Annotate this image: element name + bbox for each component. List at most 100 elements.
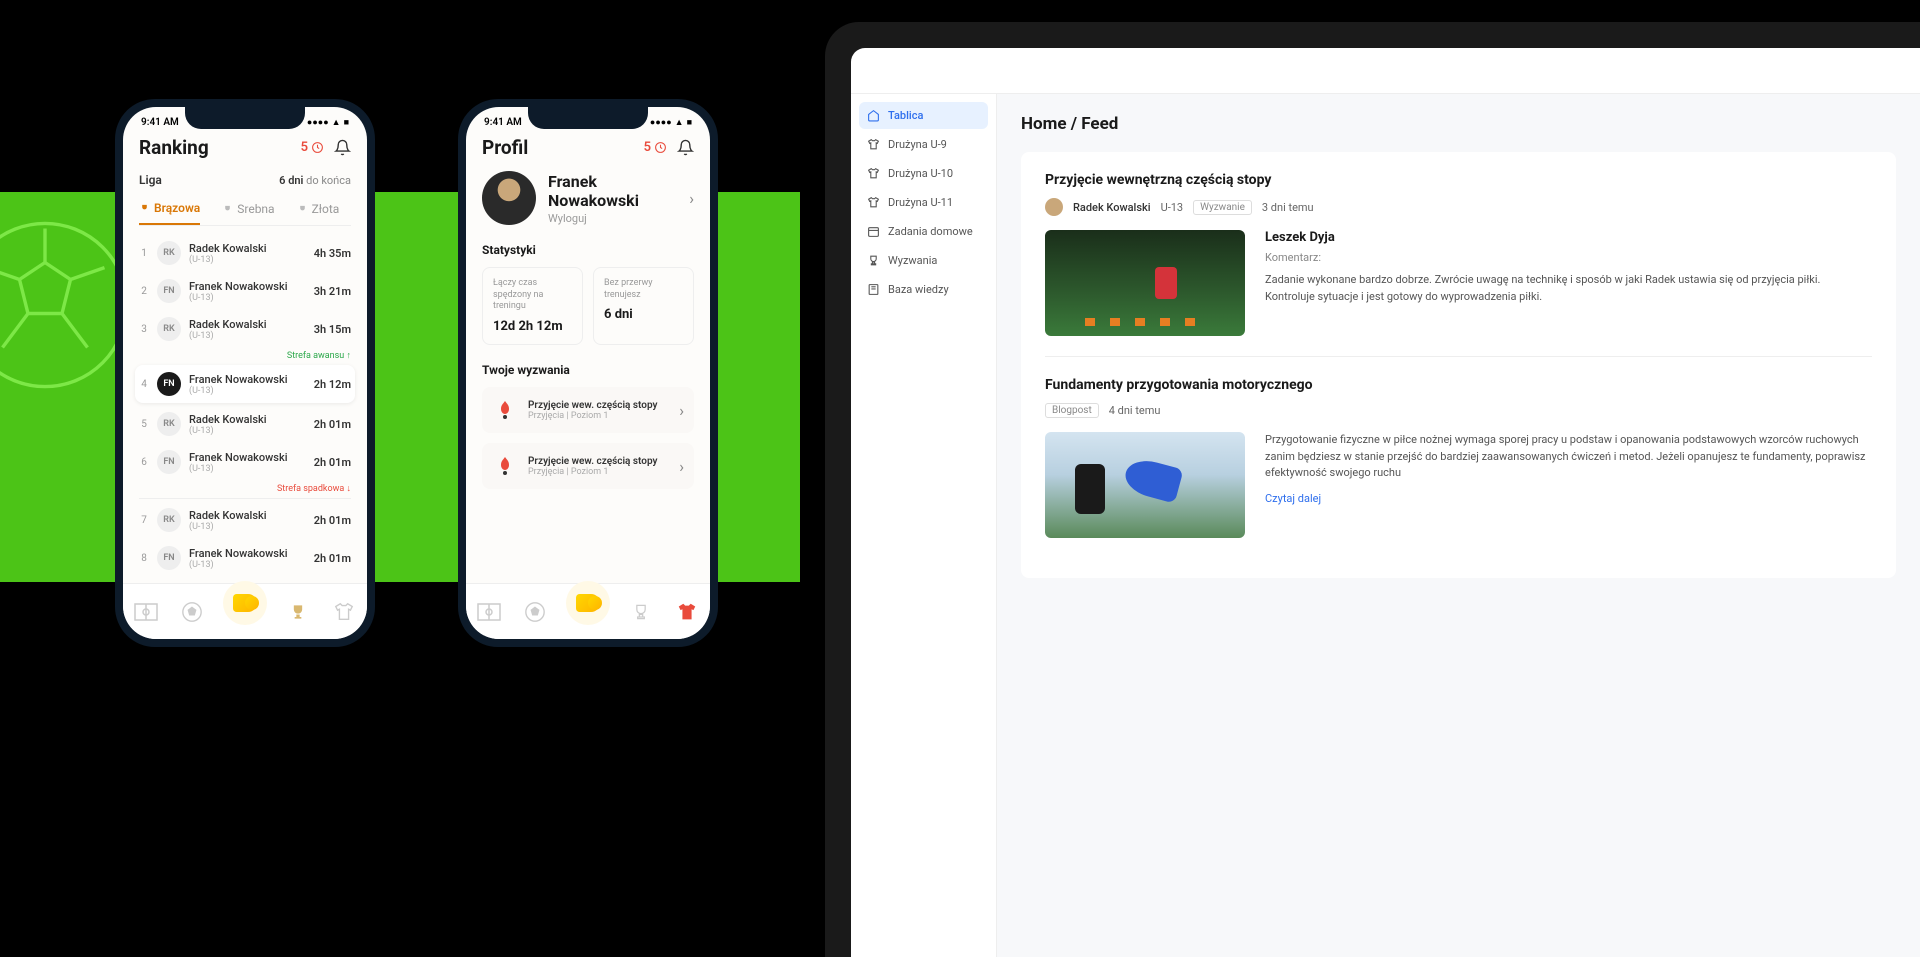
status-time: 9:41 AM <box>484 117 522 128</box>
post-title: Fundamenty przygotowania motorycznego <box>1045 377 1872 393</box>
rank-player-name: Radek Kowalski <box>189 242 306 255</box>
flame-icon <box>654 141 667 154</box>
rank-position: 8 <box>139 553 149 564</box>
tab-bronze[interactable]: Brązowa <box>139 201 200 225</box>
shirt-icon <box>867 167 880 180</box>
ranking-row[interactable]: 4 FN Franek Nowakowski (U-13) 2h 12m <box>135 365 355 403</box>
tablet-sidebar: Tablica Drużyna U-9 Drużyna U-10 Drużyna U-… <box>851 94 997 957</box>
tab-silver[interactable]: Srebna <box>222 201 274 225</box>
nav-ball[interactable] <box>177 597 207 627</box>
sidebar-item-wyzwania[interactable]: Wyzwania <box>859 247 988 274</box>
feed-card: Przyjęcie wewnętrzną częścią stopy Radek… <box>1021 152 1896 578</box>
phone-ranking: 9:41 AM ●●●●▲■ Ranking 5 Liga 6 dni do k… <box>115 99 375 647</box>
ranking-row[interactable]: 7 RK Radek Kowalski (U-13) 2h 01m <box>139 501 351 539</box>
feed-post: Fundamenty przygotowania motorycznego Bl… <box>1045 356 1872 558</box>
bell-icon[interactable] <box>677 139 694 156</box>
sidebar-item-drużyna-u-10[interactable]: Drużyna U-10 <box>859 160 988 187</box>
sidebar-item-label: Drużyna U-10 <box>888 167 953 180</box>
rank-position: 1 <box>139 248 149 259</box>
comment-label: Komentarz: <box>1265 251 1872 264</box>
stats-section-title: Statystyki <box>482 243 694 257</box>
rank-player-team: (U-13) <box>189 331 306 341</box>
streak-indicator[interactable]: 5 <box>301 140 324 155</box>
nav-trophy[interactable] <box>283 597 313 627</box>
sidebar-item-drużyna-u-9[interactable]: Drużyna U-9 <box>859 131 988 158</box>
profile-name: FranekNowakowski <box>548 172 677 210</box>
rank-time: 4h 35m <box>314 247 351 260</box>
sidebar-item-label: Drużyna U-11 <box>888 196 953 209</box>
ranking-row[interactable]: 8 FN Franek Nowakowski (U-13) 2h 01m <box>139 539 351 577</box>
chevron-right-icon: › <box>679 401 684 420</box>
sidebar-item-zadania-domowe[interactable]: Zadania domowe <box>859 218 988 245</box>
rank-avatar: RK <box>157 317 181 341</box>
streak-count: 5 <box>301 140 308 155</box>
ranking-row[interactable]: 6 FN Franek Nowakowski (U-13) 2h 01m <box>139 443 351 481</box>
rank-player-team: (U-13) <box>189 386 306 396</box>
chevron-right-icon: › <box>689 189 694 208</box>
ranking-row[interactable]: 2 FN Franek Nowakowski (U-13) 3h 21m <box>139 272 351 310</box>
rank-player-team: (U-13) <box>189 255 306 265</box>
nav-whistle[interactable] <box>223 581 267 625</box>
post-thumbnail[interactable] <box>1045 230 1245 336</box>
rank-avatar: RK <box>157 412 181 436</box>
rank-time: 3h 15m <box>314 323 351 336</box>
feed-post: Przyjęcie wewnętrzną częścią stopy Radek… <box>1045 172 1872 356</box>
sidebar-item-label: Tablica <box>888 109 923 122</box>
rank-avatar: FN <box>157 450 181 474</box>
nav-field[interactable] <box>474 597 504 627</box>
shirt-icon <box>867 196 880 209</box>
challenge-title: Przyjęcie wew. częścią stopy <box>528 456 669 467</box>
nav-shirt[interactable] <box>672 597 702 627</box>
challenge-icon <box>492 397 518 423</box>
rank-player-name: Franek Nowakowski <box>189 280 306 293</box>
ranking-row[interactable]: 3 RK Radek Kowalski (U-13) 3h 15m <box>139 310 351 348</box>
stat-card-training-time: Łączy czas spędzony na treningu 12d 2h 1… <box>482 267 583 345</box>
nav-field[interactable] <box>131 597 161 627</box>
nav-whistle[interactable] <box>566 581 610 625</box>
nav-ball[interactable] <box>520 597 550 627</box>
author-avatar <box>1045 198 1063 216</box>
sidebar-item-drużyna-u-11[interactable]: Drużyna U-11 <box>859 189 988 216</box>
whistle-icon <box>233 594 257 612</box>
zone-promotion-label: Strefa awansu ↑ <box>139 348 351 363</box>
challenge-card[interactable]: Przyjęcie wew. częścią stopy Przyjęcia |… <box>482 443 694 489</box>
countdown: 6 dni do końca <box>279 174 351 187</box>
post-meta: Radek Kowalski U-13 Wyzwanie 3 dni temu <box>1045 198 1872 216</box>
rank-position: 7 <box>139 515 149 526</box>
read-more-link[interactable]: Czytaj dalej <box>1265 492 1321 505</box>
challenge-subtitle: Przyjęcia | Poziom 1 <box>528 467 669 477</box>
bottom-nav <box>123 583 367 639</box>
rank-avatar: RK <box>157 241 181 265</box>
nav-trophy[interactable] <box>626 597 656 627</box>
tab-gold[interactable]: Złota <box>297 201 340 225</box>
trophy-icon <box>867 254 880 267</box>
streak-count: 5 <box>644 140 651 155</box>
ranking-row[interactable]: 1 RK Radek Kowalski (U-13) 4h 35m <box>139 234 351 272</box>
flame-icon <box>311 141 324 154</box>
sidebar-item-tablica[interactable]: Tablica <box>859 102 988 129</box>
rank-player-team: (U-13) <box>189 293 306 303</box>
rank-position: 6 <box>139 457 149 468</box>
stat-card-streak: Bez przerwy trenujesz 6 dni <box>593 267 694 345</box>
rank-player-team: (U-13) <box>189 464 306 474</box>
profile-avatar <box>482 171 536 225</box>
streak-indicator[interactable]: 5 <box>644 140 667 155</box>
nav-shirt[interactable] <box>329 597 359 627</box>
ranking-row[interactable]: 5 RK Radek Kowalski (U-13) 2h 01m <box>139 405 351 443</box>
stat-label: Łączy czas spędzony na treningu <box>493 278 572 313</box>
rank-player-name: Franek Nowakowski <box>189 373 306 386</box>
rank-player-name: Radek Kowalski <box>189 318 306 331</box>
phone-notch <box>185 107 305 129</box>
bell-icon[interactable] <box>334 139 351 156</box>
soccer-ball-decoration <box>0 220 130 390</box>
author-name: Radek Kowalski <box>1073 201 1151 214</box>
challenge-subtitle: Przyjęcia | Poziom 1 <box>528 411 669 421</box>
sidebar-item-baza-wiedzy[interactable]: Baza wiedzy <box>859 276 988 303</box>
rank-time: 2h 01m <box>314 552 351 565</box>
profile-header[interactable]: FranekNowakowski Wyloguj › <box>482 171 694 225</box>
logout-link[interactable]: Wyloguj <box>548 212 677 225</box>
challenge-card[interactable]: Przyjęcie wew. częścią stopy Przyjęcia |… <box>482 387 694 433</box>
shirt-icon <box>867 138 880 151</box>
page-title: Home / Feed <box>1021 114 1896 134</box>
post-thumbnail[interactable] <box>1045 432 1245 538</box>
